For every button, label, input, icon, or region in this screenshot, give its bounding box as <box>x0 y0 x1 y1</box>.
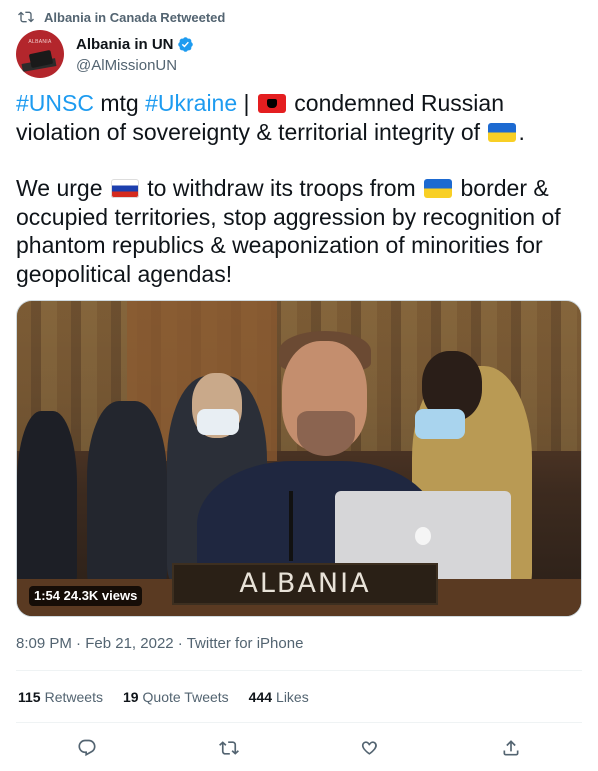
retweet-context[interactable]: Albania in Canada Retweeted <box>18 8 225 26</box>
share-button[interactable] <box>498 735 524 761</box>
author-handle[interactable]: @AlMissionUN <box>76 57 194 74</box>
tweet-text-fragment: mtg <box>93 90 146 116</box>
video-duration-views: 1:54 24.3K views <box>29 586 143 606</box>
ukraine-flag-icon <box>488 122 517 142</box>
author-name[interactable]: Albania in UN <box>76 36 174 53</box>
video-person <box>17 411 77 591</box>
quote-tweets-label: Quote Tweets <box>142 689 229 705</box>
avatar-text: ALBANIA <box>28 39 52 45</box>
ukraine-flag-icon <box>424 179 453 199</box>
tweet-metadata: 8:09 PM · Feb 21, 2022 · Twitter for iPh… <box>16 635 303 652</box>
likes-label: Likes <box>276 689 309 705</box>
retweet-context-text: Albania in Canada Retweeted <box>44 9 226 25</box>
retweet-button[interactable] <box>216 735 242 761</box>
tweet-text-fragment: to withdraw its troops from <box>140 175 423 202</box>
like-button[interactable] <box>356 735 382 761</box>
apple-logo-icon <box>415 527 431 545</box>
reply-icon <box>78 739 96 757</box>
reply-button[interactable] <box>74 735 100 761</box>
microphone <box>289 491 293 561</box>
nameplate: ALBANIA <box>172 563 438 605</box>
tweet-text-fragment: . <box>518 118 525 145</box>
tweet-author: ALBANIA Albania in UN @AlMissionUN <box>16 30 194 78</box>
retweet-icon <box>18 11 34 23</box>
russia-flag-icon <box>110 179 139 199</box>
tweet-date[interactable]: Feb 21, 2022 <box>85 635 173 652</box>
likes-count: 444 <box>248 689 273 705</box>
albania-flag-icon <box>257 94 286 113</box>
avatar[interactable]: ALBANIA <box>16 30 64 78</box>
hashtag-link[interactable]: #Ukraine <box>145 90 237 116</box>
meta-separator: · <box>71 635 86 652</box>
video-person-mask <box>415 409 465 439</box>
likes-stat[interactable]: 444 Likes <box>249 689 309 705</box>
hashtag-link[interactable]: #UNSC <box>16 90 94 116</box>
divider <box>16 722 582 723</box>
quote-tweets-stat[interactable]: 19 Quote Tweets <box>123 689 229 705</box>
meta-separator: · <box>173 635 187 652</box>
tweet-source[interactable]: Twitter for iPhone <box>187 635 304 652</box>
video-person-mask <box>197 409 239 435</box>
video-player[interactable]: ALBANIA 1:54 24.3K views <box>16 300 582 617</box>
verified-badge-icon <box>177 36 193 52</box>
retweets-label: Retweets <box>44 689 103 705</box>
tweet-time[interactable]: 8:09 PM <box>16 635 72 652</box>
share-icon <box>503 740 519 756</box>
retweet-icon <box>219 741 239 755</box>
tweet-actions <box>0 735 598 761</box>
retweets-stat[interactable]: 115 Retweets <box>18 689 103 705</box>
tweet-text-fragment: We urge <box>16 175 109 202</box>
divider <box>16 670 582 671</box>
quote-tweets-count: 19 <box>122 689 139 705</box>
tweet-text: #UNSC mtg #Ukraine | condemned Russian v… <box>16 89 581 289</box>
video-speaker-beard <box>297 411 355 456</box>
tweet-text-fragment: | <box>237 90 256 116</box>
tweet-stats: 115 Retweets 19 Quote Tweets 444 Likes <box>18 689 329 705</box>
like-icon <box>361 741 377 755</box>
retweets-count: 115 <box>18 689 41 705</box>
video-person <box>87 401 167 591</box>
